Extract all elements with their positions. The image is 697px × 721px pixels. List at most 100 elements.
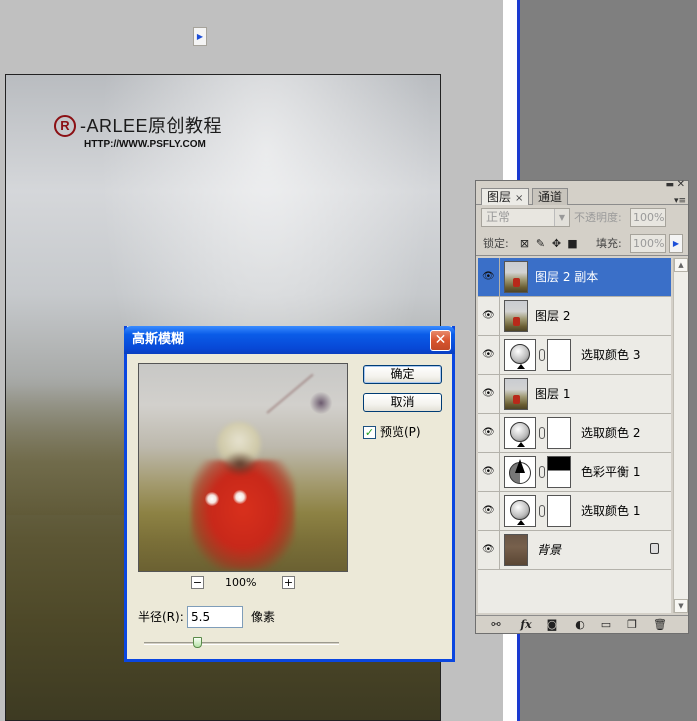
layer-row[interactable]: 👁 背景 (478, 531, 671, 570)
new-group-icon[interactable]: ▭ (598, 618, 614, 631)
layer-row[interactable]: 👁 色彩平衡 1 (478, 453, 671, 492)
layer-name: 选取颜色 2 (581, 426, 641, 440)
lock-transparency-icon[interactable]: ⊠ (518, 237, 531, 250)
layers-list: 👁 图层 2 副本 👁 图层 2 👁 选取颜色 3 👁 图层 1 👁 选取颜色 … (478, 258, 671, 613)
opacity-label: 不透明度: (574, 211, 622, 224)
visibility-toggle[interactable]: 👁 (478, 375, 500, 413)
blend-row: 正常 ▼ 不透明度: 100% ▶ (193, 27, 688, 230)
chevron-down-icon: ▼ (554, 209, 569, 226)
adjustment-layer-icon[interactable]: ◐ (572, 618, 588, 631)
gaussian-blur-dialog: 高斯模糊 ✕ 确定 取消 ✓ 预览(P) − 100% + 半径(R): 5.5… (124, 326, 455, 662)
layers-bottom-bar: ⚯ fx ◙ ◐ ▭ ❐ 🗑 (476, 615, 688, 633)
tab-layers[interactable]: 图层 × (481, 188, 530, 205)
link-icon[interactable] (539, 505, 545, 517)
cancel-button[interactable]: 取消 (363, 393, 442, 412)
opacity-input[interactable]: 100% (630, 208, 666, 227)
visibility-toggle[interactable]: 👁 (478, 258, 500, 296)
blur-preview[interactable] (138, 363, 348, 572)
watermark: R -ARLEE原创教程 HTTP://WWW.PSFLY.COM (54, 115, 274, 155)
tab-channels-label: 通道 (538, 190, 563, 204)
panel-tabs: 图层 × 通道 ▾≡ (476, 187, 688, 206)
opacity-arrow-icon[interactable]: ▶ (193, 27, 207, 46)
layer-row[interactable]: 👁 选取颜色 3 (478, 336, 671, 375)
eye-icon: 👁 (482, 388, 495, 399)
eye-icon: 👁 (482, 466, 495, 477)
layers-panel: ▬ ✕ 图层 × 通道 ▾≡ 正常 ▼ 不透明度: 100% ▶ 锁定: ⊠ ✎ … (193, 27, 689, 634)
lock-row: 锁定: ⊠ ✎ ✥ ■ 填充: 100% ▶ (476, 232, 688, 256)
layer-mask-thumbnail[interactable] (547, 495, 571, 527)
scroll-down-icon[interactable]: ▼ (674, 599, 688, 613)
preview-highlight (205, 492, 219, 506)
dialog-titlebar[interactable]: 高斯模糊 ✕ (124, 326, 455, 354)
eye-icon: 👁 (482, 349, 495, 360)
delete-layer-icon[interactable]: 🗑 (652, 618, 668, 631)
add-mask-icon[interactable]: ◙ (544, 618, 560, 631)
link-layers-icon[interactable]: ⚯ (488, 618, 504, 631)
visibility-toggle[interactable]: 👁 (478, 336, 500, 374)
lock-brush-icon[interactable]: ✎ (534, 237, 547, 250)
layer-thumbnail (504, 261, 528, 293)
layer-mask-thumbnail[interactable] (547, 417, 571, 449)
tab-channels[interactable]: 通道 (532, 188, 569, 205)
preview-flag (309, 392, 333, 414)
preview-checkbox-label[interactable]: 预览(P) (380, 425, 421, 440)
scroll-up-icon[interactable]: ▲ (674, 258, 688, 272)
link-icon[interactable] (539, 427, 545, 439)
selective-color-icon (504, 417, 536, 449)
ok-button[interactable]: 确定 (363, 365, 442, 384)
layer-name: 选取颜色 1 (581, 504, 641, 518)
layers-scrollbar[interactable]: ▲ ▼ (673, 258, 688, 613)
preview-stick (266, 373, 314, 414)
layer-thumbnail (504, 534, 528, 566)
eye-icon: 👁 (482, 544, 495, 555)
layer-name: 色彩平衡 1 (581, 465, 641, 479)
layer-row[interactable]: 👁 选取颜色 1 (478, 492, 671, 531)
dialog-title: 高斯模糊 (132, 332, 185, 347)
visibility-toggle[interactable]: 👁 (478, 297, 500, 335)
layer-mask-thumbnail[interactable] (547, 339, 571, 371)
color-balance-icon (504, 456, 536, 488)
zoom-out-button[interactable]: − (191, 576, 204, 589)
fill-arrow-icon[interactable]: ▶ (669, 234, 683, 253)
layer-name: 图层 2 (535, 309, 571, 323)
visibility-toggle[interactable]: 👁 (478, 414, 500, 452)
eye-icon: 👁 (482, 310, 495, 321)
panel-menu-icon[interactable]: ▾≡ (674, 197, 686, 206)
radius-unit-label: 像素 (251, 610, 276, 624)
watermark-url: HTTP://WWW.PSFLY.COM (84, 139, 206, 150)
radius-slider-thumb[interactable] (192, 637, 202, 648)
visibility-toggle[interactable]: 👁 (478, 492, 500, 530)
visibility-toggle[interactable]: 👁 (478, 531, 500, 569)
layer-style-icon[interactable]: fx (518, 618, 534, 631)
new-layer-icon[interactable]: ❐ (624, 618, 640, 631)
eye-icon: 👁 (482, 505, 495, 516)
layer-row[interactable]: 👁 图层 2 (478, 297, 671, 336)
eye-icon: 👁 (482, 427, 495, 438)
close-icon[interactable]: ✕ (430, 330, 451, 351)
fill-label: 填充: (596, 237, 622, 250)
lock-label: 锁定: (483, 237, 509, 250)
layer-mask-thumbnail[interactable] (547, 456, 571, 488)
lock-all-icon[interactable]: ■ (566, 237, 579, 250)
layer-name: 图层 1 (535, 387, 571, 401)
radius-input[interactable]: 5.5 (187, 606, 243, 628)
zoom-in-button[interactable]: + (282, 576, 295, 589)
lock-icon (650, 543, 659, 554)
watermark-title: -ARLEE原创教程 (80, 116, 223, 136)
preview-checkbox[interactable]: ✓ (363, 426, 376, 439)
link-icon[interactable] (539, 466, 545, 478)
layer-row[interactable]: 👁 图层 2 副本 (478, 258, 671, 297)
layer-row[interactable]: 👁 图层 1 (478, 375, 671, 414)
link-icon[interactable] (539, 349, 545, 361)
blend-mode-value: 正常 (486, 210, 511, 224)
layer-row[interactable]: 👁 选取颜色 2 (478, 414, 671, 453)
tab-layers-label: 图层 (487, 190, 512, 204)
fill-input[interactable]: 100% (630, 234, 666, 253)
layer-name: 图层 2 副本 (535, 270, 599, 284)
radius-slider[interactable] (144, 637, 339, 648)
tab-close-icon[interactable]: × (515, 193, 523, 204)
selective-color-icon (504, 339, 536, 371)
blend-mode-select[interactable]: 正常 ▼ (481, 208, 570, 227)
lock-move-icon[interactable]: ✥ (550, 237, 563, 250)
visibility-toggle[interactable]: 👁 (478, 453, 500, 491)
